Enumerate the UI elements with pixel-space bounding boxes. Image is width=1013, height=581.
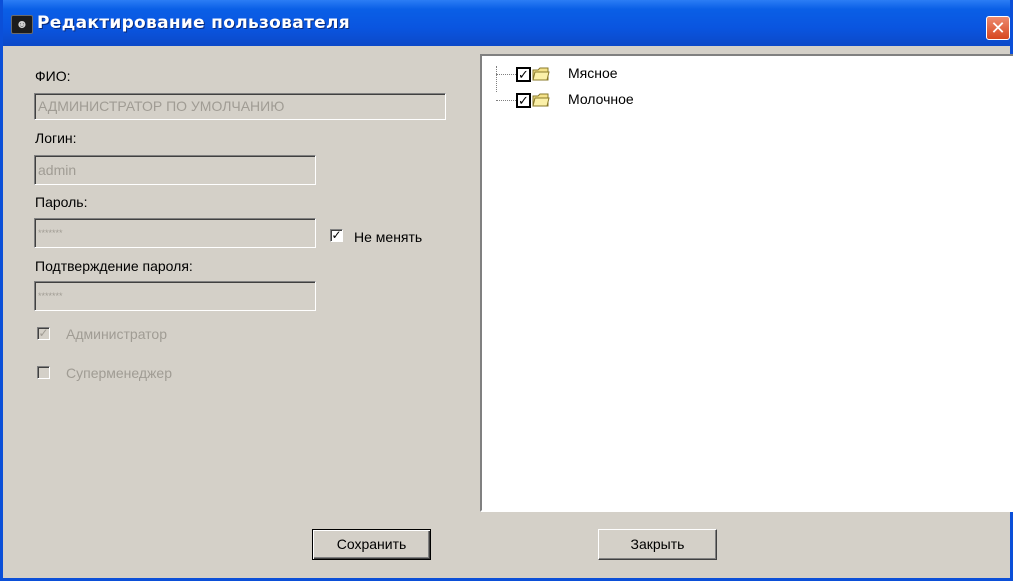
tree-branch-line <box>496 74 516 75</box>
tree-branch-line <box>496 100 516 101</box>
supermanager-checkbox[interactable] <box>37 366 50 379</box>
close-button[interactable]: Закрыть <box>598 529 717 560</box>
administrator-checkbox[interactable]: ✓ <box>37 327 50 340</box>
save-button[interactable]: Сохранить <box>312 529 431 560</box>
close-window-button[interactable]: ✕ <box>986 16 1010 40</box>
fio-label: ФИО: <box>35 68 71 84</box>
app-icon: ☻ <box>11 15 33 34</box>
tree-item-checkbox[interactable]: ✓ <box>516 93 531 108</box>
edit-user-window: ☻ Редактирование пользователя ✕ ФИО: АДМ… <box>0 0 1013 581</box>
no-change-checkbox[interactable]: ✓ <box>330 229 343 242</box>
folder-icon <box>532 93 550 107</box>
administrator-label: Администратор <box>66 326 168 342</box>
login-value: admin <box>38 162 77 178</box>
tree-item-label[interactable]: Молочное <box>568 91 634 107</box>
fio-value: АДМИНИСТРАТОР ПО УМОЛЧАНИЮ <box>38 98 285 114</box>
category-tree[interactable]: ✓ Мясное ✓ Молочное <box>480 54 1013 512</box>
supermanager-label: Суперменеджер <box>66 365 172 381</box>
tree-item-dairy[interactable]: ✓ Молочное <box>482 91 682 122</box>
password-value: ******* <box>38 228 63 238</box>
login-field[interactable]: admin <box>34 155 316 185</box>
no-change-label[interactable]: Не менять <box>354 229 422 245</box>
title-bar[interactable]: ☻ Редактирование пользователя ✕ <box>3 0 1010 46</box>
confirm-password-value: ******* <box>38 291 63 301</box>
login-label: Логин: <box>35 130 77 146</box>
confirm-password-field[interactable]: ******* <box>34 281 316 311</box>
confirm-password-label: Подтверждение пароля: <box>35 258 193 274</box>
password-label: Пароль: <box>35 194 88 210</box>
tree-item-label[interactable]: Мясное <box>568 65 618 81</box>
window-title: Редактирование пользователя <box>37 13 350 33</box>
folder-icon <box>532 67 550 81</box>
fio-field[interactable]: АДМИНИСТРАТОР ПО УМОЛЧАНИЮ <box>34 93 446 120</box>
password-field[interactable]: ******* <box>34 218 316 248</box>
tree-item-checkbox[interactable]: ✓ <box>516 67 531 82</box>
